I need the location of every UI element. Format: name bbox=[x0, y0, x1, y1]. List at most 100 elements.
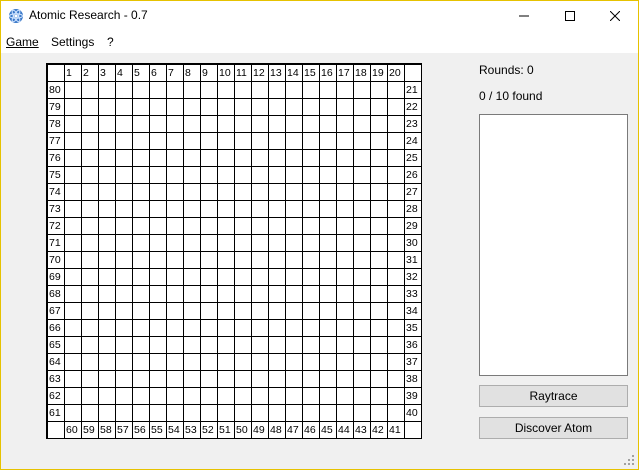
board-cell[interactable] bbox=[269, 269, 286, 286]
board-cell[interactable] bbox=[167, 303, 184, 320]
board-cell[interactable] bbox=[320, 116, 337, 133]
board-cell[interactable] bbox=[337, 133, 354, 150]
board-cell[interactable] bbox=[167, 388, 184, 405]
board-cell[interactable] bbox=[371, 320, 388, 337]
board-cell[interactable] bbox=[354, 116, 371, 133]
board-cell[interactable] bbox=[269, 167, 286, 184]
maximize-button[interactable] bbox=[547, 1, 593, 31]
board-cell[interactable] bbox=[218, 167, 235, 184]
board-cell[interactable] bbox=[303, 337, 320, 354]
edge-cell-left[interactable]: 76 bbox=[48, 150, 65, 167]
board-cell[interactable] bbox=[371, 167, 388, 184]
board-cell[interactable] bbox=[201, 303, 218, 320]
board-cell[interactable] bbox=[82, 235, 99, 252]
board-cell[interactable] bbox=[371, 269, 388, 286]
board-cell[interactable] bbox=[133, 388, 150, 405]
board-cell[interactable] bbox=[388, 252, 405, 269]
board-cell[interactable] bbox=[269, 337, 286, 354]
board-cell[interactable] bbox=[235, 388, 252, 405]
board-cell[interactable] bbox=[252, 150, 269, 167]
board-cell[interactable] bbox=[235, 354, 252, 371]
board-cell[interactable] bbox=[269, 320, 286, 337]
board-cell[interactable] bbox=[184, 286, 201, 303]
board-cell[interactable] bbox=[303, 218, 320, 235]
board-cell[interactable] bbox=[252, 320, 269, 337]
board-cell[interactable] bbox=[167, 320, 184, 337]
board-cell[interactable] bbox=[99, 269, 116, 286]
edge-cell-right[interactable]: 31 bbox=[405, 252, 422, 269]
menu-game[interactable]: Game bbox=[6, 35, 39, 49]
board-cell[interactable] bbox=[150, 320, 167, 337]
edge-cell-top[interactable]: 20 bbox=[388, 65, 405, 82]
board-cell[interactable] bbox=[388, 82, 405, 99]
board-cell[interactable] bbox=[320, 150, 337, 167]
board-cell[interactable] bbox=[303, 133, 320, 150]
board-cell[interactable] bbox=[167, 167, 184, 184]
board-cell[interactable] bbox=[303, 354, 320, 371]
board-cell[interactable] bbox=[167, 99, 184, 116]
board-cell[interactable] bbox=[286, 184, 303, 201]
edge-cell-bottom[interactable]: 49 bbox=[252, 422, 269, 439]
board-cell[interactable] bbox=[82, 405, 99, 422]
board-cell[interactable] bbox=[133, 218, 150, 235]
board-cell[interactable] bbox=[320, 354, 337, 371]
board-cell[interactable] bbox=[150, 133, 167, 150]
board-cell[interactable] bbox=[235, 405, 252, 422]
board-cell[interactable] bbox=[388, 167, 405, 184]
board-cell[interactable] bbox=[116, 320, 133, 337]
board-cell[interactable] bbox=[133, 320, 150, 337]
board-cell[interactable] bbox=[133, 201, 150, 218]
board-cell[interactable] bbox=[150, 235, 167, 252]
board-cell[interactable] bbox=[65, 99, 82, 116]
board-cell[interactable] bbox=[82, 252, 99, 269]
raytrace-button[interactable]: Raytrace bbox=[479, 385, 628, 407]
board-cell[interactable] bbox=[252, 286, 269, 303]
board-cell[interactable] bbox=[116, 167, 133, 184]
board-cell[interactable] bbox=[116, 218, 133, 235]
edge-cell-right[interactable]: 23 bbox=[405, 116, 422, 133]
board-cell[interactable] bbox=[235, 99, 252, 116]
board-cell[interactable] bbox=[286, 405, 303, 422]
edge-cell-left[interactable]: 79 bbox=[48, 99, 65, 116]
board-cell[interactable] bbox=[65, 201, 82, 218]
board-cell[interactable] bbox=[320, 405, 337, 422]
board-cell[interactable] bbox=[235, 133, 252, 150]
board-cell[interactable] bbox=[235, 218, 252, 235]
board-cell[interactable] bbox=[320, 303, 337, 320]
board-cell[interactable] bbox=[65, 405, 82, 422]
board-cell[interactable] bbox=[303, 150, 320, 167]
board-cell[interactable] bbox=[388, 269, 405, 286]
board-cell[interactable] bbox=[167, 286, 184, 303]
board-cell[interactable] bbox=[303, 99, 320, 116]
board-cell[interactable] bbox=[133, 133, 150, 150]
board-cell[interactable] bbox=[99, 320, 116, 337]
board-cell[interactable] bbox=[320, 286, 337, 303]
board-cell[interactable] bbox=[354, 320, 371, 337]
board-cell[interactable] bbox=[286, 235, 303, 252]
board-cell[interactable] bbox=[235, 82, 252, 99]
edge-cell-top[interactable]: 18 bbox=[354, 65, 371, 82]
board-cell[interactable] bbox=[150, 218, 167, 235]
edge-cell-top[interactable]: 13 bbox=[269, 65, 286, 82]
board-cell[interactable] bbox=[235, 303, 252, 320]
edge-cell-right[interactable]: 39 bbox=[405, 388, 422, 405]
board-cell[interactable] bbox=[99, 252, 116, 269]
board-cell[interactable] bbox=[133, 167, 150, 184]
board-cell[interactable] bbox=[218, 235, 235, 252]
board-cell[interactable] bbox=[65, 167, 82, 184]
board-cell[interactable] bbox=[337, 337, 354, 354]
edge-cell-top[interactable]: 2 bbox=[82, 65, 99, 82]
board-cell[interactable] bbox=[150, 286, 167, 303]
edge-cell-bottom[interactable]: 44 bbox=[337, 422, 354, 439]
board-cell[interactable] bbox=[65, 235, 82, 252]
board-cell[interactable] bbox=[303, 167, 320, 184]
edge-cell-left[interactable]: 63 bbox=[48, 371, 65, 388]
edge-cell-left[interactable]: 66 bbox=[48, 320, 65, 337]
board-cell[interactable] bbox=[269, 235, 286, 252]
board-cell[interactable] bbox=[116, 337, 133, 354]
board-cell[interactable] bbox=[167, 184, 184, 201]
board-cell[interactable] bbox=[201, 150, 218, 167]
board-cell[interactable] bbox=[167, 269, 184, 286]
board-cell[interactable] bbox=[218, 218, 235, 235]
board-cell[interactable] bbox=[269, 371, 286, 388]
